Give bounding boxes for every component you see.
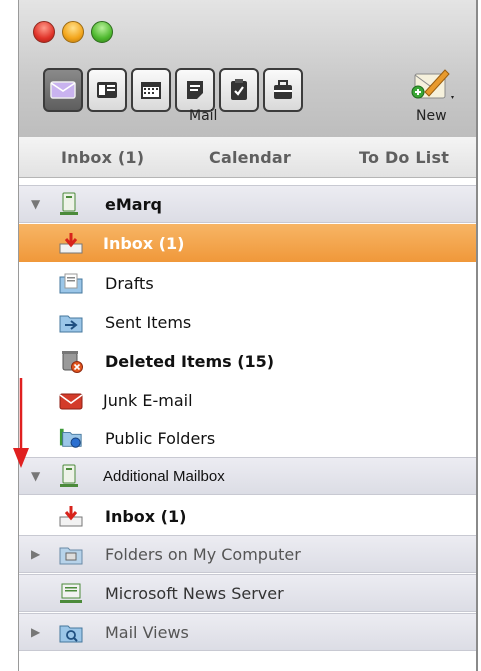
tab-inbox[interactable]: Inbox (1) [61,148,144,167]
folder-label-drafts: Drafts [105,273,154,293]
folder-row-additional-inbox[interactable]: Inbox (1) [19,497,476,535]
folder-row-sent-items[interactable]: Sent Items [19,303,476,341]
new-button[interactable] [407,62,457,106]
inbox-icon [59,231,83,255]
mail-view-button[interactable] [43,68,83,112]
exchange-server-icon [57,192,81,216]
news-server-icon [59,581,83,605]
folder-row-news-server[interactable]: Microsoft News Server [19,574,476,612]
close-button[interactable] [33,21,55,43]
disclosure-collapsed-icon[interactable]: ▶ [31,547,40,561]
disclosure-collapsed-icon[interactable]: ▶ [31,625,40,639]
project-view-button[interactable] [263,68,303,112]
contacts-view-button[interactable] [87,68,127,112]
trash-icon [59,349,83,373]
contacts-icon [97,82,117,98]
folder-row-junk-email[interactable]: Junk E-mail [19,381,476,419]
folder-label-mail-views: Mail Views [105,622,189,642]
folder-label-public-folders: Public Folders [105,428,216,448]
folder-row-mail-views[interactable]: ▶ Mail Views [19,613,476,651]
folder-label-sent-items: Sent Items [105,312,192,332]
exchange-server-icon [57,464,81,488]
junk-mail-icon [59,388,83,412]
folder-label-additional-inbox: Inbox (1) [105,506,187,526]
folder-row-public-folders[interactable]: Public Folders [19,419,476,457]
folder-label-junk-email: Junk E-mail [103,390,193,410]
disclosure-expanded-icon[interactable]: ▼ [31,197,40,211]
new-label: New [416,108,447,124]
smart-folder-icon [59,620,83,644]
tasks-view-button[interactable] [219,68,259,112]
notes-view-button[interactable] [175,68,215,112]
folder-label-deleted-items: Deleted Items (15) [105,351,275,371]
mail-icon [50,81,76,99]
new-message-icon [411,69,454,99]
folder-label-inbox: Inbox (1) [103,233,185,253]
folder-row-emarq[interactable]: ▼ eMarq [19,185,476,223]
folder-row-drafts[interactable]: Drafts [19,264,476,302]
calendar-view-button[interactable] [131,68,171,112]
folder-row-additional-mailbox[interactable]: ▼ Additional Mailbox [19,457,476,495]
account-name-additional-mailbox: Additional Mailbox [103,467,225,485]
disclosure-expanded-icon[interactable]: ▼ [31,469,40,483]
tab-calendar[interactable]: Calendar [209,148,291,167]
calendar-icon [141,82,161,99]
minimize-button[interactable] [62,21,84,43]
drafts-folder-icon [59,271,83,295]
toolbar: Mail New [19,0,476,138]
project-icon [274,80,292,99]
view-label: Mail [189,108,218,124]
zoom-button[interactable] [91,21,113,43]
annotation-arrow [13,378,29,468]
folder-label-news-server: Microsoft News Server [105,583,284,603]
computer-folder-icon [59,542,83,566]
inbox-icon [59,504,83,528]
tasks-icon [231,79,247,100]
folder-row-inbox[interactable]: Inbox (1) [19,224,476,262]
public-folders-icon [59,426,83,450]
outlook-window: Mail New Inbox (1) Calendar To Do List ▼… [18,0,478,671]
folder-row-folders-on-my-computer[interactable]: ▶ Folders on My Computer [19,535,476,573]
tab-to-do-list[interactable]: To Do List [359,148,449,167]
notes-icon [187,81,203,99]
sent-folder-icon [59,310,83,334]
folder-label-on-my-computer: Folders on My Computer [105,544,301,564]
folder-row-deleted-items[interactable]: Deleted Items (15) [19,342,476,380]
favorites-bar: Inbox (1) Calendar To Do List [19,137,476,178]
account-name-emarq: eMarq [105,194,162,214]
